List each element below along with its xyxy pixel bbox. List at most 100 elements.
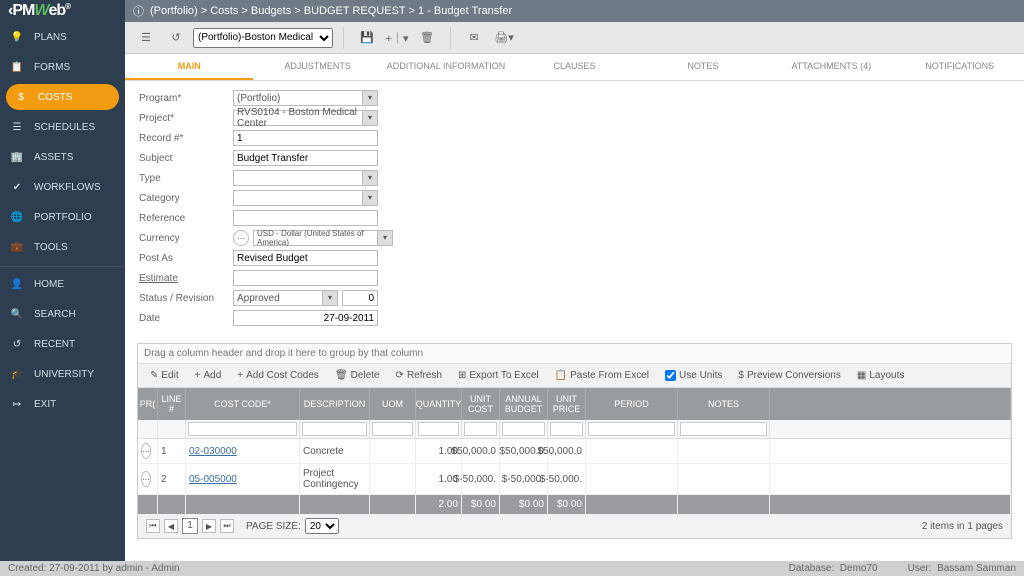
list-view-icon[interactable]: ☰ [133, 25, 159, 51]
filter-ucost[interactable] [464, 422, 497, 436]
page-size-label: PAGE SIZE: [246, 521, 301, 532]
useunits-checkbox[interactable] [665, 370, 676, 381]
currency-select[interactable]: USD - Dollar (United States of America) [253, 230, 393, 246]
sidebar: ‹PMWeb® 💡PLANS 📋FORMS $COSTS ☰SCHEDULES … [0, 0, 125, 561]
row-menu-icon[interactable]: ⋯ [141, 471, 151, 487]
label-estimate[interactable]: Estimate [139, 273, 233, 284]
save-icon[interactable]: 💾 [354, 25, 380, 51]
tab-notifications[interactable]: NOTIFICATIONS [896, 54, 1024, 80]
grid-add-btn[interactable]: +Add [189, 367, 228, 384]
mail-icon[interactable]: ✉ [461, 25, 487, 51]
date-input[interactable] [233, 310, 378, 326]
plus-icon: + [237, 370, 243, 381]
user-icon: 👤 [10, 277, 24, 291]
cost-code-link[interactable]: 02-030000 [189, 446, 237, 457]
revision-input[interactable] [342, 290, 378, 306]
grid-edit-btn[interactable]: ✎Edit [144, 367, 185, 384]
label-currency: Currency [139, 233, 233, 244]
grid-delete-btn[interactable]: 🗑Delete [329, 367, 386, 384]
sidebar-item-search[interactable]: 🔍SEARCH [0, 299, 125, 329]
filter-period[interactable] [588, 422, 675, 436]
category-select[interactable] [233, 190, 378, 206]
status-created: Created: 27-09-2011 by admin - Admin [8, 563, 180, 574]
group-hint[interactable]: Drag a column header and drop it here to… [138, 344, 1011, 364]
sidebar-item-assets[interactable]: 🏢ASSETS [0, 142, 125, 172]
sidebar-item-portfolio[interactable]: 🌐PORTFOLIO [0, 202, 125, 232]
clipboard-icon: 📋 [10, 60, 24, 74]
filter-code[interactable] [188, 422, 297, 436]
sidebar-item-workflows[interactable]: ✔WORKFLOWS [0, 172, 125, 202]
reference-input[interactable] [233, 210, 378, 226]
sidebar-item-schedules[interactable]: ☰SCHEDULES [0, 112, 125, 142]
grid-pager: ⏮ ◀ 1 ▶ ⏭ PAGE SIZE: 20 2 items in 1 pag… [138, 514, 1011, 538]
type-select[interactable] [233, 170, 378, 186]
pager-current[interactable]: 1 [182, 518, 198, 534]
grid-filter-row [138, 420, 1011, 439]
project-selector[interactable]: (Portfolio)-Boston Medical Center - 1 [193, 28, 333, 48]
tab-notes[interactable]: NOTES [639, 54, 767, 80]
page-size-select[interactable]: 20 [305, 518, 339, 534]
add-icon[interactable]: +｜▾ [384, 25, 410, 51]
currency-more-btn[interactable]: ⋯ [233, 230, 249, 246]
dollar-circle-icon: $ [738, 370, 744, 381]
grid-totals: 2.00 $0.00 $0.00 $0.00 [138, 495, 1011, 514]
search-icon: 🔍 [10, 307, 24, 321]
refresh-icon: ⟳ [396, 370, 404, 381]
sidebar-item-home[interactable]: 👤HOME [0, 266, 125, 299]
filter-uprice[interactable] [550, 422, 583, 436]
sidebar-item-university[interactable]: 🎓UNIVERSITY [0, 359, 125, 389]
project-select[interactable]: RVS0104 - Boston Medical Center [233, 110, 378, 126]
pager-first[interactable]: ⏮ [146, 519, 160, 533]
postas-input[interactable] [233, 250, 378, 266]
table-row[interactable]: ⋯ 1 02-030000 Concrete 1.00 $50,000.0 $5… [138, 439, 1011, 464]
program-select[interactable]: (Portfolio) [233, 90, 378, 106]
pager-last[interactable]: ⏭ [220, 519, 234, 533]
table-row[interactable]: ⋯ 2 05-005000 Project Contingency 1.00 $… [138, 464, 1011, 495]
grid-paste-btn[interactable]: 📋Paste From Excel [549, 367, 655, 384]
row-menu-icon[interactable]: ⋯ [141, 443, 151, 459]
label-program: Program* [139, 93, 233, 104]
pager-prev[interactable]: ◀ [164, 519, 178, 533]
tab-attachments[interactable]: ATTACHMENTS (4) [767, 54, 895, 80]
status-select[interactable]: Approved [233, 290, 338, 306]
dollar-icon: $ [14, 90, 28, 104]
label-postas: Post As [139, 253, 233, 264]
cost-code-link[interactable]: 05-005000 [189, 474, 237, 485]
excel-icon: ⊞ [458, 370, 466, 381]
cost-grid: Drag a column header and drop it here to… [137, 343, 1012, 539]
filter-uom[interactable] [372, 422, 413, 436]
estimate-input[interactable] [233, 270, 378, 286]
tab-adjustments[interactable]: ADJUSTMENTS [253, 54, 381, 80]
tab-main[interactable]: MAIN [125, 54, 253, 80]
filter-qty[interactable] [418, 422, 459, 436]
subject-input[interactable] [233, 150, 378, 166]
sidebar-item-exit[interactable]: ↦EXIT [0, 389, 125, 419]
filter-annual[interactable] [502, 422, 545, 436]
grid-useunits[interactable]: Use Units [659, 367, 728, 384]
main-panel: ⓘ (Portfolio) > Costs > Budgets > BUDGET… [125, 0, 1024, 561]
sidebar-item-costs[interactable]: $COSTS [6, 84, 119, 110]
sidebar-item-plans[interactable]: 💡PLANS [0, 22, 125, 52]
filter-notes[interactable] [680, 422, 767, 436]
grid-layouts-btn[interactable]: ▦Layouts [851, 367, 910, 384]
briefcase-icon: 💼 [10, 240, 24, 254]
sidebar-item-recent[interactable]: ↺RECENT [0, 329, 125, 359]
delete-icon[interactable]: 🗑 [414, 25, 440, 51]
grid-addcodes-btn[interactable]: +Add Cost Codes [231, 367, 325, 384]
tab-additional[interactable]: ADDITIONAL INFORMATION [382, 54, 510, 80]
pencil-icon: ✎ [150, 370, 158, 381]
sidebar-item-tools[interactable]: 💼TOOLS [0, 232, 125, 262]
filter-desc[interactable] [302, 422, 367, 436]
tab-clauses[interactable]: CLAUSES [510, 54, 638, 80]
info-icon[interactable]: ⓘ [133, 3, 144, 19]
grid-preview-btn[interactable]: $Preview Conversions [732, 367, 847, 384]
grid-refresh-btn[interactable]: ⟳Refresh [390, 367, 448, 384]
status-bar: Created: 27-09-2011 by admin - Admin Dat… [0, 561, 1024, 576]
grid-excel-btn[interactable]: ⊞Export To Excel [452, 367, 545, 384]
print-icon[interactable]: 🖨▾ [491, 25, 517, 51]
building-icon: 🏢 [10, 150, 24, 164]
record-input[interactable] [233, 130, 378, 146]
history-icon[interactable]: ↺ [163, 25, 189, 51]
sidebar-item-forms[interactable]: 📋FORMS [0, 52, 125, 82]
pager-next[interactable]: ▶ [202, 519, 216, 533]
